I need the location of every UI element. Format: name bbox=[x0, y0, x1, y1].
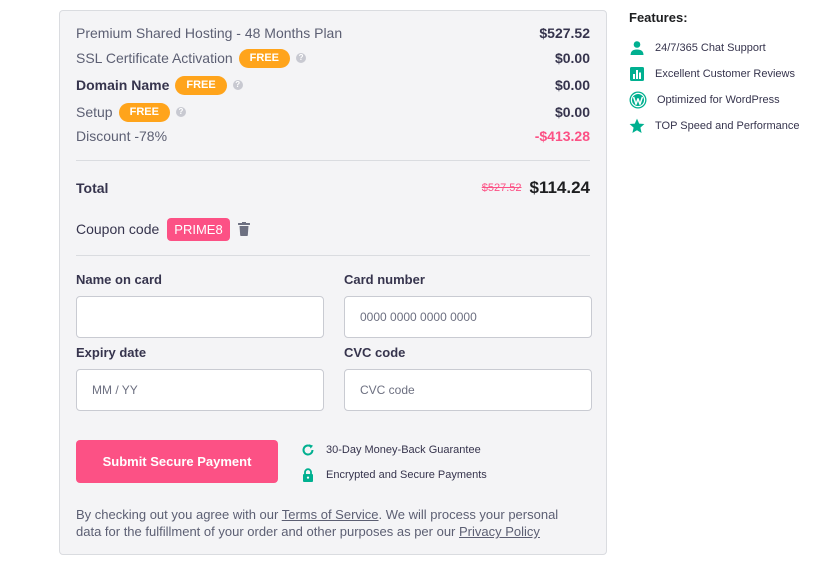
star-icon bbox=[629, 118, 645, 133]
order-line-amount: -$413.28 bbox=[534, 128, 590, 144]
card-number-input[interactable] bbox=[344, 296, 592, 338]
feature-text: Excellent Customer Reviews bbox=[655, 68, 795, 80]
order-line-ssl: SSL Certificate Activation FREE ? $0.00 bbox=[76, 47, 590, 69]
help-icon[interactable]: ? bbox=[296, 53, 307, 63]
order-line-amount: $0.00 bbox=[554, 77, 590, 93]
free-badge: FREE bbox=[118, 102, 170, 122]
submit-payment-button[interactable]: Submit Secure Payment bbox=[76, 440, 278, 483]
refresh-icon bbox=[302, 444, 314, 456]
terms-of-service-link[interactable]: Terms of Service bbox=[282, 507, 379, 522]
order-line-discount: Discount -78% -$413.28 bbox=[76, 125, 590, 147]
legal-notice: By checking out you agree with our Terms… bbox=[76, 506, 586, 540]
order-line-label-text: Setup bbox=[76, 104, 113, 120]
user-icon bbox=[630, 41, 644, 55]
expiry-date-input[interactable] bbox=[76, 369, 324, 411]
order-line-label: Discount -78% bbox=[76, 128, 168, 144]
order-line-label: SSL Certificate Activation FREE ? bbox=[76, 48, 307, 68]
card-number-label: Card number bbox=[344, 272, 425, 287]
privacy-policy-link[interactable]: Privacy Policy bbox=[459, 524, 540, 539]
cvc-code-label: CVC code bbox=[344, 345, 406, 360]
features-panel: Features: 24/7/365 Chat Support Excellen… bbox=[629, 10, 829, 139]
feature-item: 24/7/365 Chat Support bbox=[629, 35, 829, 61]
feature-text: Optimized for WordPress bbox=[657, 94, 780, 106]
order-line-label-text: Domain Name bbox=[76, 77, 170, 93]
feature-text: 24/7/365 Chat Support bbox=[655, 42, 766, 54]
order-line-domain: Domain Name FREE ? $0.00 bbox=[76, 74, 590, 96]
expiry-date-label: Expiry date bbox=[76, 345, 147, 360]
order-line-label-text: SSL Certificate Activation bbox=[76, 50, 233, 66]
total-old-price: $527.52 bbox=[481, 182, 522, 194]
checkout-card: Premium Shared Hosting - 48 Months Plan … bbox=[59, 10, 607, 555]
free-badge: FREE bbox=[238, 48, 291, 68]
help-icon[interactable]: ? bbox=[175, 107, 186, 117]
guarantee-text: 30-Day Money-Back Guarantee bbox=[326, 444, 481, 456]
guarantee-text: Encrypted and Secure Payments bbox=[326, 469, 487, 481]
feature-item: TOP Speed and Performance bbox=[629, 113, 829, 139]
order-line-label: Premium Shared Hosting - 48 Months Plan bbox=[76, 25, 343, 41]
wordpress-icon bbox=[629, 91, 647, 109]
feature-text: TOP Speed and Performance bbox=[655, 120, 800, 132]
divider bbox=[76, 255, 590, 256]
total-new-price: $114.24 bbox=[529, 178, 590, 197]
order-line-amount: $0.00 bbox=[554, 50, 590, 66]
order-line-amount: $527.52 bbox=[539, 25, 590, 41]
divider bbox=[76, 160, 590, 161]
trash-icon[interactable] bbox=[237, 222, 250, 236]
coupon-row: Coupon code PRIME8 bbox=[76, 217, 250, 241]
chart-icon bbox=[630, 67, 644, 81]
feature-item: Excellent Customer Reviews bbox=[629, 61, 829, 87]
legal-text: By checking out you agree with our bbox=[76, 507, 282, 522]
name-on-card-label: Name on card bbox=[76, 272, 162, 287]
guarantee-money-back: 30-Day Money-Back Guarantee bbox=[301, 441, 481, 459]
total-row: Total $527.52 $114.24 bbox=[76, 176, 590, 200]
cvc-code-input[interactable] bbox=[344, 369, 592, 411]
name-on-card-input[interactable] bbox=[76, 296, 324, 338]
order-line-amount: $0.00 bbox=[554, 104, 590, 120]
order-line-setup: Setup FREE ? $0.00 bbox=[76, 101, 590, 123]
lock-icon bbox=[303, 468, 313, 482]
help-icon[interactable]: ? bbox=[232, 80, 243, 90]
order-line-label: Domain Name FREE ? bbox=[76, 75, 243, 95]
guarantee-encrypted: Encrypted and Secure Payments bbox=[301, 466, 487, 484]
free-badge: FREE bbox=[175, 75, 227, 95]
order-line-hosting: Premium Shared Hosting - 48 Months Plan … bbox=[76, 22, 590, 44]
total-label: Total bbox=[76, 180, 109, 196]
feature-item: Optimized for WordPress bbox=[629, 87, 829, 113]
coupon-label: Coupon code bbox=[76, 221, 160, 237]
coupon-code: PRIME8 bbox=[167, 217, 230, 241]
order-line-label: Setup FREE ? bbox=[76, 102, 186, 122]
features-title: Features: bbox=[629, 10, 688, 25]
